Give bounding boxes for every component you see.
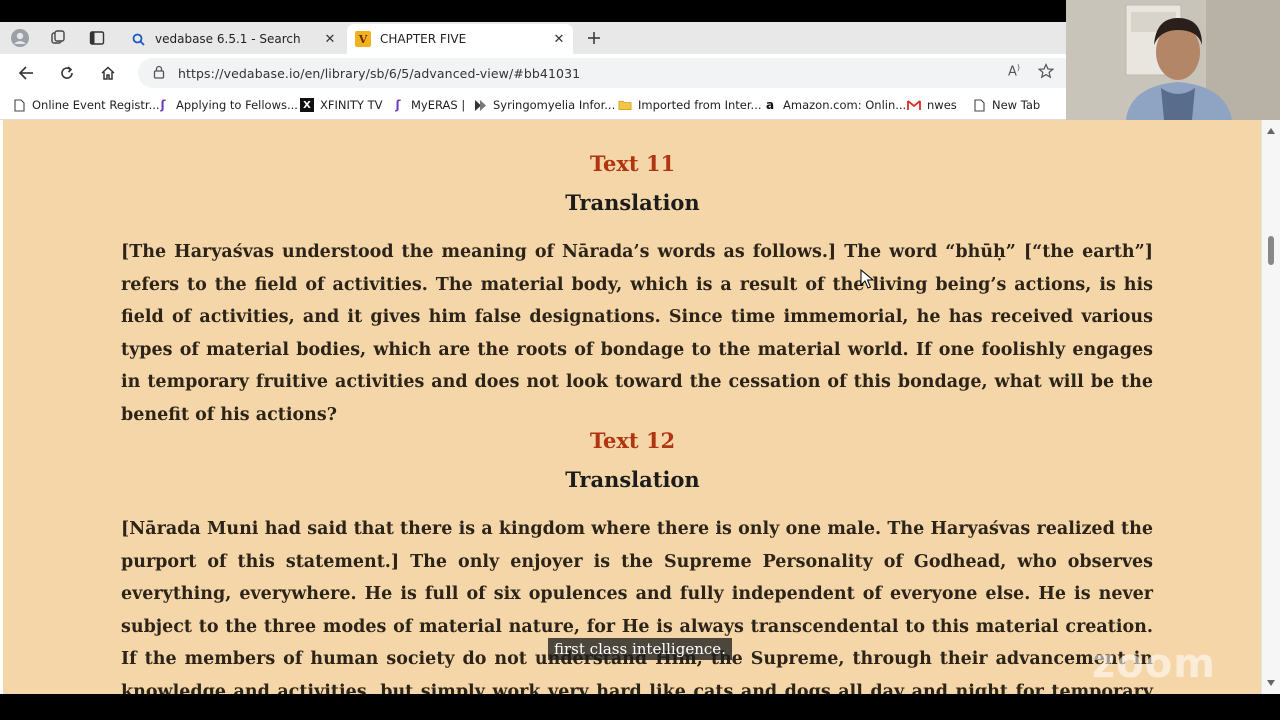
bookmark-item[interactable]: ʃ Applying to Fellows... <box>156 98 298 112</box>
vedabase-v-logo: V <box>355 31 371 47</box>
folder-icon <box>618 98 632 112</box>
top-black-strip <box>0 0 1066 22</box>
x-icon: X <box>300 98 314 112</box>
webcam-video <box>1066 0 1280 120</box>
purple-s-icon: ʃ <box>395 98 401 112</box>
live-caption: first class intelligence. <box>548 638 732 660</box>
profile-icon[interactable] <box>6 26 34 50</box>
scroll-up-arrow-icon[interactable] <box>1267 128 1275 134</box>
page-content: Text 11 Translation [The Haryaśvas under… <box>0 120 1280 694</box>
tab-actions-icon[interactable] <box>83 26 111 50</box>
bookmark-item[interactable]: Imported from Inter... <box>618 98 762 112</box>
translation-paragraph: [Nārada Muni had said that there is a ki… <box>121 519 1153 694</box>
scroll-down-arrow-icon[interactable] <box>1267 680 1275 686</box>
tab-chapter-five[interactable]: V CHAPTER FIVE ✕ <box>347 24 573 54</box>
text-11-heading[interactable]: Text 11 <box>0 151 1265 176</box>
bottom-black-strip <box>0 694 1280 720</box>
home-button[interactable] <box>94 60 122 86</box>
gmail-icon <box>907 98 921 112</box>
mouse-cursor-icon <box>860 268 875 293</box>
address-bar[interactable]: https://vedabase.io/en/library/sb/6/5/ad… <box>138 58 1066 88</box>
bookmarks-bar: Online Event Registr... ʃ Applying to Fe… <box>0 92 1066 120</box>
bookmark-item[interactable]: Syringomyelia Infor... <box>473 98 615 112</box>
page-icon <box>972 98 986 112</box>
arrow-icon <box>473 98 487 112</box>
bookmark-item[interactable]: X XFINITY TV <box>300 98 382 112</box>
favorite-star-icon[interactable] <box>1037 63 1055 83</box>
close-tab-icon[interactable]: ✕ <box>549 32 569 47</box>
tab-title: CHAPTER FIVE <box>380 32 467 46</box>
reload-button[interactable] <box>53 60 81 86</box>
bookmark-item[interactable]: ʃ MyERAS | <box>391 98 466 112</box>
lock-icon[interactable] <box>152 64 166 83</box>
scrollbar-thumb[interactable] <box>1268 236 1274 265</box>
amazon-icon: a <box>765 98 775 112</box>
tab-bar: vedabase 6.5.1 - Search ✕ V CHAPTER FIVE… <box>0 22 1066 54</box>
workspaces-icon[interactable] <box>44 26 72 50</box>
new-tab-button[interactable] <box>580 26 608 50</box>
translation-heading: Translation <box>565 467 700 492</box>
tab-title: vedabase 6.5.1 - Search <box>155 32 301 46</box>
read-aloud-icon[interactable]: A) <box>1008 63 1020 83</box>
vertical-scrollbar[interactable] <box>1261 120 1280 694</box>
bookmark-item[interactable]: nwes <box>907 98 957 112</box>
navigation-bar: https://vedabase.io/en/library/sb/6/5/ad… <box>0 54 1066 92</box>
bookmark-item[interactable]: New Tab <box>972 98 1040 112</box>
purple-s-icon: ʃ <box>160 98 166 112</box>
translation-heading: Translation <box>565 190 700 215</box>
bookmark-item[interactable]: Online Event Registr... <box>12 98 160 112</box>
search-icon <box>130 31 146 47</box>
page-icon <box>12 98 26 112</box>
text-12-heading[interactable]: Text 12 <box>0 428 1265 453</box>
bookmark-item[interactable]: a Amazon.com: Onlin... <box>763 98 906 112</box>
back-button[interactable] <box>12 60 40 86</box>
zoom-watermark: zoom <box>1092 641 1216 687</box>
url-text[interactable]: https://vedabase.io/en/library/sb/6/5/ad… <box>178 66 580 81</box>
close-tab-icon[interactable]: ✕ <box>320 32 340 47</box>
translation-paragraph: [The Haryaśvas understood the meaning of… <box>121 242 1153 425</box>
tab-search[interactable]: vedabase 6.5.1 - Search ✕ <box>122 24 344 54</box>
